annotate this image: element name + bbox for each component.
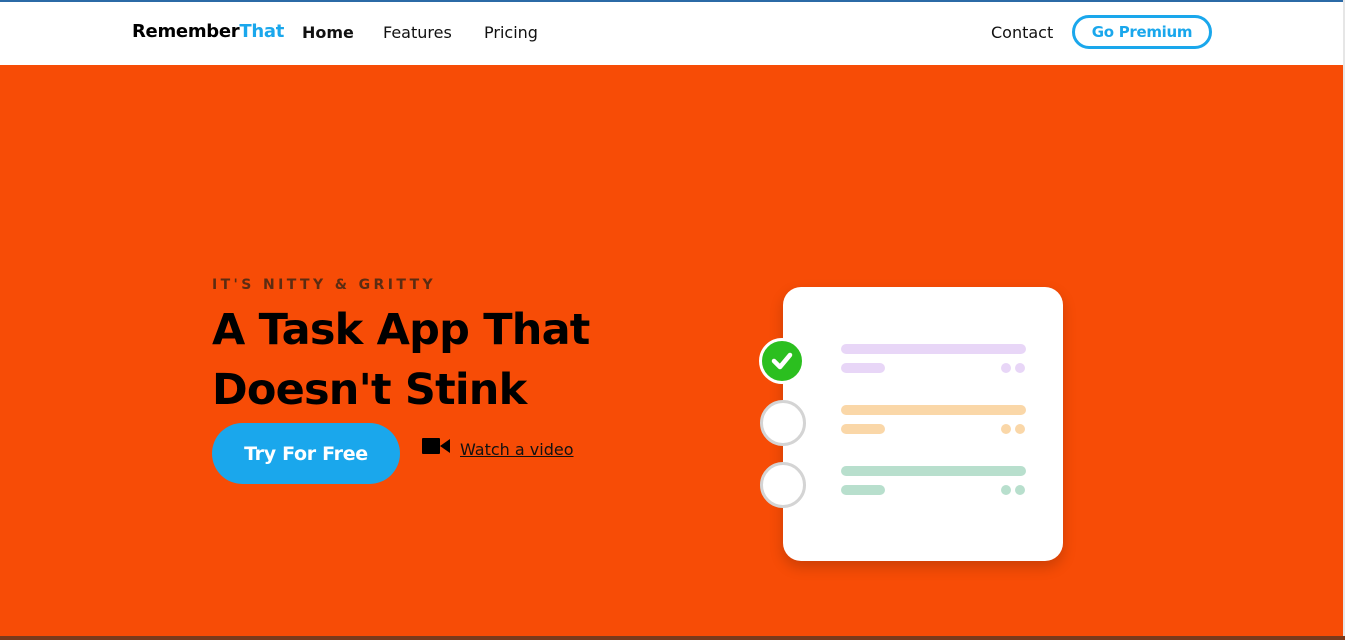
checkmark-icon	[771, 352, 793, 370]
task-dot	[1001, 485, 1011, 495]
hero-section: IT'S NITTY & GRITTY A Task App That Does…	[0, 65, 1343, 636]
hero-headline: A Task App That Doesn't Stink	[212, 300, 590, 420]
task-list-illustration	[783, 287, 1063, 561]
task-row	[783, 405, 1063, 435]
watch-video-label: Watch a video	[460, 439, 574, 459]
brand-logo-part2: That	[239, 21, 285, 42]
nav-home-link[interactable]: Home	[302, 23, 354, 42]
task-dot	[1015, 485, 1025, 495]
task-checkbox-checked[interactable]	[759, 338, 805, 384]
task-row	[783, 466, 1063, 496]
task-title-bar	[841, 344, 1026, 354]
hero-headline-line1: A Task App That	[212, 305, 590, 355]
task-subtitle-bar	[841, 485, 885, 495]
task-row	[783, 344, 1063, 374]
hero-eyebrow: IT'S NITTY & GRITTY	[212, 277, 437, 293]
task-subtitle-bar	[841, 424, 885, 434]
task-title-bar	[841, 466, 1026, 476]
task-checkbox-unchecked[interactable]	[760, 462, 806, 508]
go-premium-button[interactable]: Go Premium	[1072, 15, 1212, 49]
nav-contact-link[interactable]: Contact	[991, 23, 1053, 42]
nav-features-link[interactable]: Features	[383, 23, 452, 42]
nav-pricing-link[interactable]: Pricing	[484, 23, 538, 42]
try-for-free-button[interactable]: Try For Free	[212, 423, 400, 484]
task-dot	[1001, 363, 1011, 373]
brand-logo-part1: Remember	[132, 21, 240, 42]
hero-headline-line2: Doesn't Stink	[212, 365, 527, 415]
top-navbar: RememberThat Home Features Pricing Conta…	[0, 2, 1343, 65]
video-camera-icon	[422, 438, 450, 454]
watch-video-link[interactable]: Watch a video	[422, 437, 574, 461]
task-dot	[1015, 363, 1025, 373]
task-dot	[1001, 424, 1011, 434]
task-title-bar	[841, 405, 1026, 415]
page-bottom-strip	[0, 636, 1345, 640]
task-dot	[1015, 424, 1025, 434]
task-subtitle-bar	[841, 363, 885, 373]
brand-logo[interactable]: RememberThat	[132, 21, 284, 42]
task-checkbox-unchecked[interactable]	[760, 400, 806, 446]
